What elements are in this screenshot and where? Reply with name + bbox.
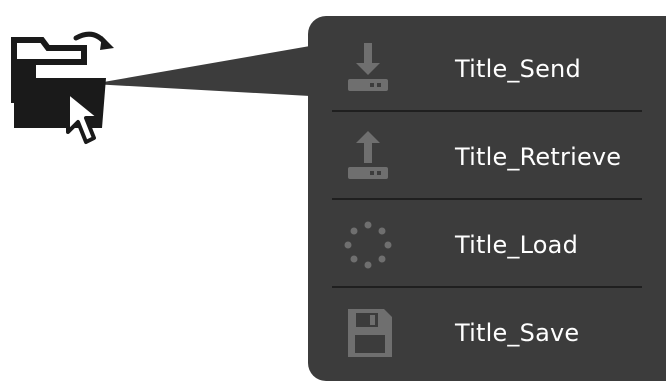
menu-divider — [332, 286, 642, 288]
menu-item-load[interactable]: Title_Load — [308, 204, 666, 286]
popup-menu: Title_Send Title_Retrieve Title_Load Tit… — [308, 16, 666, 381]
send-download-icon — [348, 43, 388, 91]
menu-item-send[interactable]: Title_Send — [308, 28, 666, 110]
menu-item-load-label: Title_Load — [455, 231, 579, 259]
menu-item-send-label: Title_Send — [455, 55, 581, 83]
folder-with-cursor-icon[interactable] — [6, 18, 126, 148]
floppy-disk-icon — [348, 309, 392, 357]
menu-item-retrieve[interactable]: Title_Retrieve — [308, 116, 666, 198]
menu-item-save[interactable]: Title_Save — [308, 292, 666, 374]
loading-spinner-icon — [344, 221, 392, 269]
retrieve-upload-icon — [348, 131, 388, 179]
menu-item-save-label: Title_Save — [455, 319, 580, 347]
menu-item-retrieve-label: Title_Retrieve — [455, 143, 622, 171]
menu-divider — [332, 110, 642, 112]
menu-divider — [332, 198, 642, 200]
